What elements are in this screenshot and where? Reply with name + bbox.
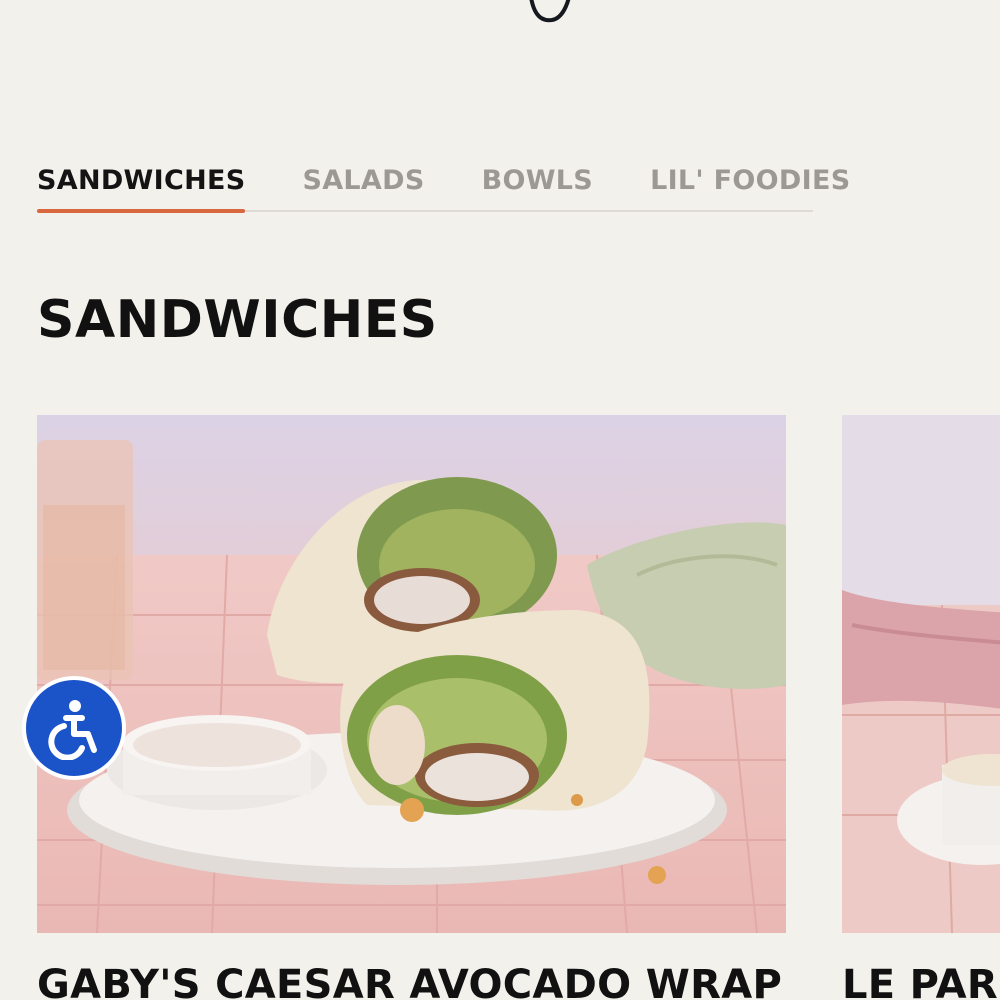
tab-bowls[interactable]: BOWLS bbox=[482, 150, 593, 210]
tab-sandwiches[interactable]: SANDWICHES bbox=[37, 150, 246, 213]
le-pari-title[interactable]: LE PARI bbox=[842, 962, 1000, 1000]
tab-lil-foodies[interactable]: LIL' FOODIES bbox=[650, 150, 850, 210]
le-pari-image[interactable] bbox=[842, 415, 1000, 933]
tab-salads[interactable]: SALADS bbox=[302, 150, 424, 210]
page: SANDWICHES SALADS BOWLS LIL' FOODIES SAN… bbox=[0, 0, 1000, 1000]
category-tabs: SANDWICHES SALADS BOWLS LIL' FOODIES bbox=[37, 150, 850, 213]
logo-fragment[interactable] bbox=[500, 0, 590, 40]
accessibility-icon bbox=[48, 700, 97, 760]
section-title: SANDWICHES bbox=[37, 290, 438, 350]
accessibility-button[interactable] bbox=[22, 676, 126, 780]
caesar-avocado-wrap-image[interactable] bbox=[37, 415, 786, 933]
caesar-avocado-wrap-title[interactable]: GABY'S CAESAR AVOCADO WRAP bbox=[37, 962, 782, 1000]
